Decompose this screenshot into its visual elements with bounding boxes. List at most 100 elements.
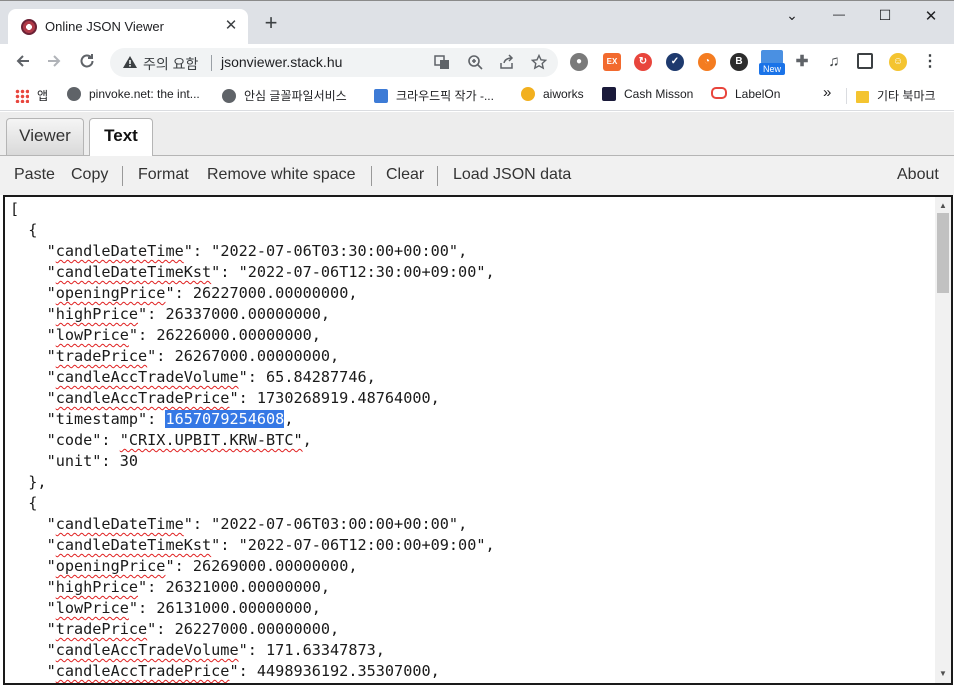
json-value: 26227000.00000000: [174, 620, 331, 638]
browser-tab[interactable]: Online JSON Viewer ✕: [8, 9, 248, 45]
extension-refresh-icon[interactable]: ↻: [634, 53, 652, 71]
share-icon[interactable]: [498, 54, 516, 72]
extension-new-icon[interactable]: [761, 50, 783, 64]
tab-search-icon[interactable]: ⌄: [777, 7, 807, 27]
url-text[interactable]: jsonviewer.stack.hu: [221, 54, 342, 70]
format-button[interactable]: Format: [138, 166, 189, 184]
bookmark-label: aiworks: [543, 87, 584, 101]
json-value: "2022-07-06T03:30:00+00:00": [211, 242, 459, 260]
bookmark-label: 기타 북마크: [877, 89, 936, 103]
bookmark-label: 앱: [37, 89, 49, 103]
tab-viewer[interactable]: Viewer: [6, 118, 84, 155]
menu-divider: [437, 166, 438, 186]
json-value: 26269000.00000000: [192, 557, 349, 575]
load-json-data-button[interactable]: Load JSON data: [453, 166, 571, 184]
bookmark-cash-mission[interactable]: Cash Misson: [602, 87, 693, 101]
app-tab-strip: Viewer Text: [0, 112, 954, 156]
new-tab-button[interactable]: +: [260, 12, 282, 35]
forward-arrow-icon[interactable]: [43, 52, 65, 74]
bookmark-label: LabelOn: [735, 87, 781, 101]
warning-icon[interactable]: [122, 55, 138, 69]
new-badge: New: [759, 63, 785, 75]
json-value: 171.63347873: [266, 641, 376, 659]
scroll-up-arrow-icon[interactable]: ▲: [935, 199, 951, 213]
bookmark-label: 크라우드픽 작가 -...: [396, 89, 494, 103]
omnibox-divider: [211, 55, 212, 71]
bookmarks-bar: 앱 pinvoke.net: the int... 안심 글꼴파일서비스 크라우…: [0, 81, 954, 111]
media-control-icon[interactable]: ♫: [825, 53, 843, 71]
json-value: 26131000.00000000: [156, 599, 312, 617]
folder-icon: [856, 91, 869, 103]
tab-title: Online JSON Viewer: [45, 19, 164, 34]
back-arrow-icon[interactable]: [12, 52, 34, 74]
tab-text[interactable]: Text: [89, 118, 153, 156]
copy-button[interactable]: Copy: [71, 166, 108, 184]
translate-icon[interactable]: [433, 54, 451, 72]
app-menubar: Paste Copy Format Remove white space Cle…: [0, 156, 954, 195]
maximize-button[interactable]: ☐: [870, 7, 900, 27]
extension-check-icon[interactable]: ✓: [666, 53, 684, 71]
reload-icon[interactable]: [76, 52, 98, 74]
bookmark-star-icon[interactable]: [530, 53, 548, 72]
json-open-bracket: [: [10, 200, 20, 218]
json-value: 65.84287746: [266, 368, 367, 386]
json-text-content[interactable]: [ { "candleDateTime": "2022-07-06T03:30:…: [10, 199, 495, 682]
extensions-puzzle-icon[interactable]: ✚: [793, 53, 811, 71]
site-favicon-icon: [21, 19, 37, 35]
json-value: 26226000.00000000: [156, 326, 312, 344]
bookmark-font-service[interactable]: 안심 글꼴파일서비스: [222, 87, 347, 104]
selected-text: 1657079254608: [165, 410, 285, 428]
bookmark-pinvoke[interactable]: pinvoke.net: the int...: [67, 87, 200, 101]
side-panel-icon[interactable]: [857, 53, 873, 69]
bookmark-labelon[interactable]: LabelOn: [711, 87, 780, 101]
json-value: 26227000.00000000: [192, 284, 349, 302]
paste-button[interactable]: Paste: [14, 166, 55, 184]
labelon-icon: [711, 87, 727, 99]
zoom-icon[interactable]: [466, 54, 484, 72]
bookmark-label: 안심 글꼴파일서비스: [244, 89, 347, 103]
bookmarks-overflow-button[interactable]: »: [823, 84, 831, 101]
other-bookmarks[interactable]: 기타 북마크: [856, 87, 936, 104]
json-value: 1730268919.48764000: [256, 389, 431, 407]
json-value: "2022-07-06T12:30:00+09:00": [238, 263, 486, 281]
scroll-thumb[interactable]: [937, 213, 949, 293]
browser-toolbar: 주의 요함 jsonviewer.stack.hu ● EX ↻ ✓ ◔ B N…: [0, 44, 954, 81]
json-value: 26337000.00000000: [165, 305, 321, 323]
json-value: "CRIX.UPBIT.KRW-BTC": [119, 431, 303, 449]
profile-avatar-icon[interactable]: ☺: [889, 53, 907, 71]
scroll-down-arrow-icon[interactable]: ▼: [935, 667, 951, 681]
clear-button[interactable]: Clear: [386, 166, 424, 184]
address-bar[interactable]: 주의 요함 jsonviewer.stack.hu: [110, 48, 558, 77]
bookmark-label: Cash Misson: [624, 87, 694, 101]
minimize-button[interactable]: —: [824, 7, 854, 27]
extension-rss-icon[interactable]: ◔: [698, 53, 716, 71]
json-value: 26321000.00000000: [165, 578, 321, 596]
json-value: 26267000.00000000: [174, 347, 331, 365]
bookmark-apps[interactable]: 앱: [15, 87, 48, 104]
json-value: 4498936192.35307000: [256, 662, 431, 680]
crowdpic-icon: [374, 89, 388, 103]
extension-film-icon[interactable]: ●: [570, 53, 588, 71]
extension-ex-icon[interactable]: EX: [603, 53, 621, 71]
menu-divider: [371, 166, 372, 186]
menu-divider: [122, 166, 123, 186]
cash-mission-icon: [602, 87, 616, 101]
bookmark-crowdpic[interactable]: 크라우드픽 작가 -...: [374, 87, 494, 104]
close-tab-icon[interactable]: ✕: [222, 17, 240, 35]
remove-white-space-button[interactable]: Remove white space: [207, 166, 356, 184]
bookmark-aiworks[interactable]: aiworks: [521, 87, 584, 101]
bookmark-label: pinvoke.net: the int...: [89, 87, 200, 101]
json-value: "2022-07-06T12:00:00+09:00": [238, 536, 486, 554]
json-text-editor[interactable]: [ { "candleDateTime": "2022-07-06T03:30:…: [3, 195, 953, 685]
aiworks-icon: [521, 87, 535, 101]
about-button[interactable]: About: [897, 166, 939, 184]
extension-b-icon[interactable]: B: [730, 53, 748, 71]
apps-grid-icon: [15, 89, 29, 103]
globe-icon: [67, 87, 81, 101]
editor-scrollbar[interactable]: ▲ ▼: [935, 197, 951, 683]
security-label[interactable]: 주의 요함: [143, 54, 198, 74]
more-menu-icon[interactable]: ⋮: [921, 53, 939, 71]
globe-icon: [222, 89, 236, 103]
json-value: "2022-07-06T03:00:00+00:00": [211, 515, 459, 533]
close-window-button[interactable]: ✕: [916, 7, 946, 27]
